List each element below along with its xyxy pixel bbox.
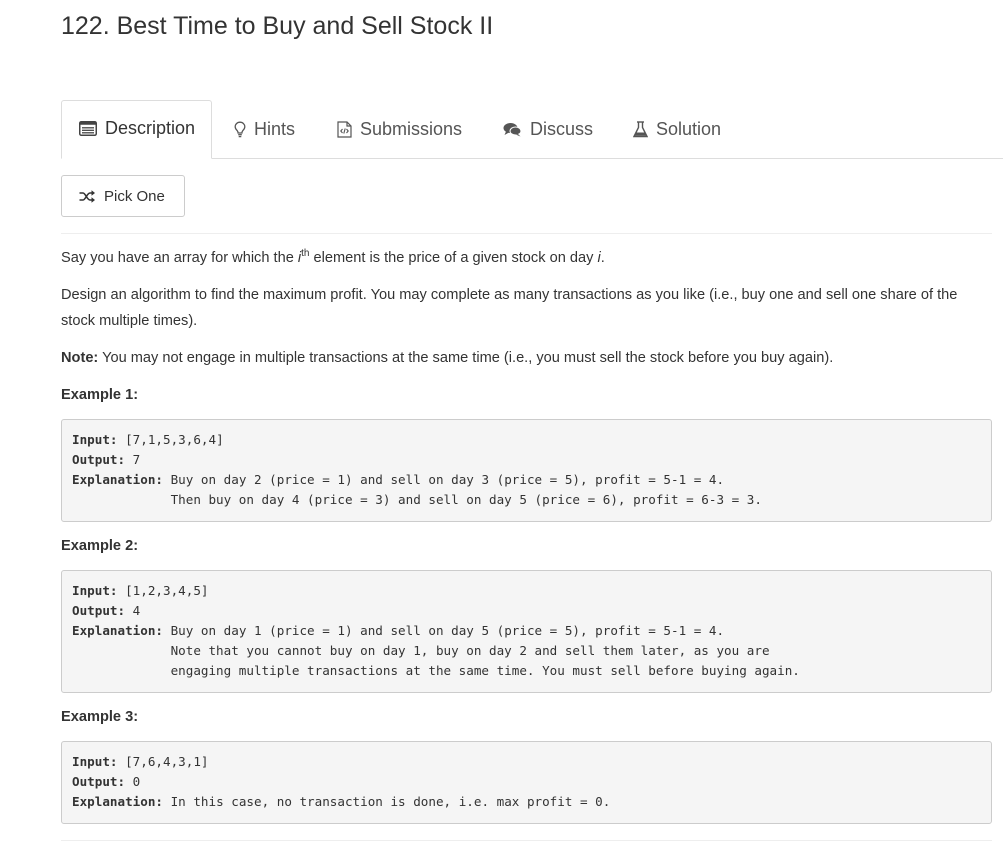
problem-page: 122. Best Time to Buy and Sell Stock II …	[0, 0, 1003, 846]
pick-one-label: Pick One	[104, 187, 165, 205]
example-2-code: Input: [1,2,3,4,5] Output: 4 Explanation…	[61, 570, 992, 693]
tab-submissions-label: Submissions	[360, 118, 463, 139]
tab-description-label: Description	[105, 117, 196, 138]
shuffle-icon	[79, 189, 96, 203]
page-title: 122. Best Time to Buy and Sell Stock II	[61, 12, 494, 40]
example-1-heading: Example 1:	[61, 387, 139, 403]
lightbulb-icon	[234, 121, 246, 138]
description-paragraph-2: Design an algorithm to find the maximum …	[61, 287, 958, 329]
example-3-heading: Example 3:	[61, 709, 139, 725]
content-divider-bottom	[61, 840, 992, 841]
tab-description[interactable]: Description	[61, 100, 212, 159]
code-file-icon	[337, 120, 352, 138]
flask-icon	[633, 120, 648, 138]
tab-bar: Description Hints Submissions Discuss So…	[61, 100, 1003, 159]
tab-solution[interactable]: Solution	[633, 100, 721, 158]
pick-one-button[interactable]: Pick One	[61, 175, 185, 217]
content-divider-top	[61, 233, 992, 234]
tab-hints[interactable]: Hints	[234, 100, 295, 158]
description-paragraph-1: Say you have an array for which the ith …	[61, 248, 605, 266]
tab-discuss-label: Discuss	[530, 118, 594, 139]
list-icon	[79, 120, 97, 136]
note-paragraph: Note: You may not engage in multiple tra…	[61, 350, 834, 366]
tab-hints-label: Hints	[254, 118, 296, 139]
example-2-heading: Example 2:	[61, 538, 139, 554]
tab-discuss[interactable]: Discuss	[503, 100, 593, 158]
tab-submissions[interactable]: Submissions	[337, 100, 462, 158]
comments-icon	[503, 122, 522, 137]
example-3-code: Input: [7,6,4,3,1] Output: 0 Explanation…	[61, 741, 992, 824]
example-1-code: Input: [7,1,5,3,6,4] Output: 7 Explanati…	[61, 419, 992, 522]
tab-solution-label: Solution	[656, 118, 722, 139]
